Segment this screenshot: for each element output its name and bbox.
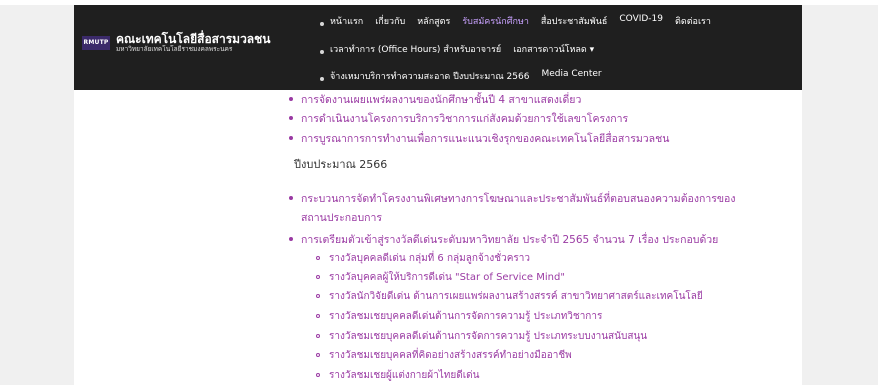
year-heading: ปีงบประมาณ 2566 — [294, 158, 388, 171]
site-logo[interactable]: RMUTP คณะเทคโนโลยีสื่อสารมวลชน มหาวิทยาล… — [82, 33, 271, 52]
sub-list-item[interactable]: รางวัลบุคคลดีเด่น กลุ่มที่ 6 กลุ่มลูกจ้า… — [316, 251, 530, 266]
sub-list-item[interactable]: รางวัลชมเชยบุคคลที่คิดอย่างสร้างสรรค์ทำอ… — [316, 348, 572, 363]
nav-pr-media[interactable]: สื่อประชาสัมพันธ์ — [541, 14, 607, 28]
list-item[interactable]: กระบวนการจัดทำโครงงานพิเศษทางการโฆษณาและ… — [288, 190, 735, 207]
nav-home[interactable]: หน้าแรก — [330, 14, 363, 28]
sub-list-item[interactable]: รางวัลชมเชยบุคคลดีเด่นด้านการจัดการความร… — [315, 329, 647, 344]
nav-row-3: จ้างเหมาบริการทำความสะอาด ปีงบประมาณ 256… — [330, 69, 602, 83]
nav-about[interactable]: เกี่ยวกับ — [375, 14, 405, 28]
nav-programs[interactable]: หลักสูตร — [417, 14, 450, 28]
site-header: RMUTP คณะเทคโนโลยีสื่อสารมวลชน มหาวิทยาล… — [74, 0, 802, 90]
logo-title: คณะเทคโนโลยีสื่อสารมวลชน — [116, 32, 271, 46]
nav-bullet — [320, 50, 324, 54]
logo-badge: RMUTP — [82, 35, 110, 50]
nav-office-hours[interactable]: เวลาทำการ (Office Hours) สำหรับอาจารย์ — [330, 42, 501, 56]
nav-cleaning-service[interactable]: จ้างเหมาบริการทำความสะอาด ปีงบประมาณ 256… — [330, 69, 529, 83]
nav-admission[interactable]: รับสมัครนักศึกษา — [462, 14, 529, 28]
list-item-continuation[interactable]: สถานประกอบการ — [301, 209, 382, 226]
nav-row-2: เวลาทำการ (Office Hours) สำหรับอาจารย์ เ… — [330, 42, 594, 56]
list-item[interactable]: การเตรียมตัวเข้าสู่รางวัลดีเด่นระดับมหาว… — [288, 231, 718, 248]
nav-covid[interactable]: COVID-19 — [619, 14, 663, 28]
nav-bullet — [320, 77, 324, 81]
sub-list-item[interactable]: รางวัลบุคคลผู้ให้บริการดีเด่น "Star of S… — [316, 270, 565, 285]
sub-list-item[interactable]: รางวัลชมเชยผู้แต่งกายผ้าไทยดีเด่น — [315, 368, 479, 383]
sub-list-item[interactable]: รางวัลชมเชยบุคคลดีเด่นด้านการจัดการความร… — [315, 309, 602, 324]
nav-media-center[interactable]: Media Center — [541, 69, 601, 83]
nav-row-1: หน้าแรก เกี่ยวกับ หลักสูตร รับสมัครนักศึ… — [330, 14, 711, 28]
nav-contact[interactable]: ติดต่อเรา — [675, 14, 711, 28]
list-item[interactable]: การจัดงานเผยแพร่ผลงานของนักศึกษาชั้นปี 4… — [288, 91, 581, 108]
logo-subtitle: มหาวิทยาลัยเทคโนโลยีราชมงคลพระนคร — [116, 44, 233, 53]
nav-downloads[interactable]: เอกสารดาวน์โหลด ▾ — [513, 42, 594, 56]
browser-top-strip — [0, 0, 878, 5]
nav-bullet — [320, 22, 324, 26]
list-item[interactable]: การบูรณาการการทำงานเพื่อการแนะแนวเชิงรุก… — [288, 130, 669, 147]
list-item[interactable]: การดำเนินงานโครงการบริการวิชาการแก่สังคม… — [288, 110, 628, 127]
sub-list-item[interactable]: รางวัลนักวิจัยดีเด่น ด้านการเผยแพร่ผลงาน… — [316, 289, 703, 304]
